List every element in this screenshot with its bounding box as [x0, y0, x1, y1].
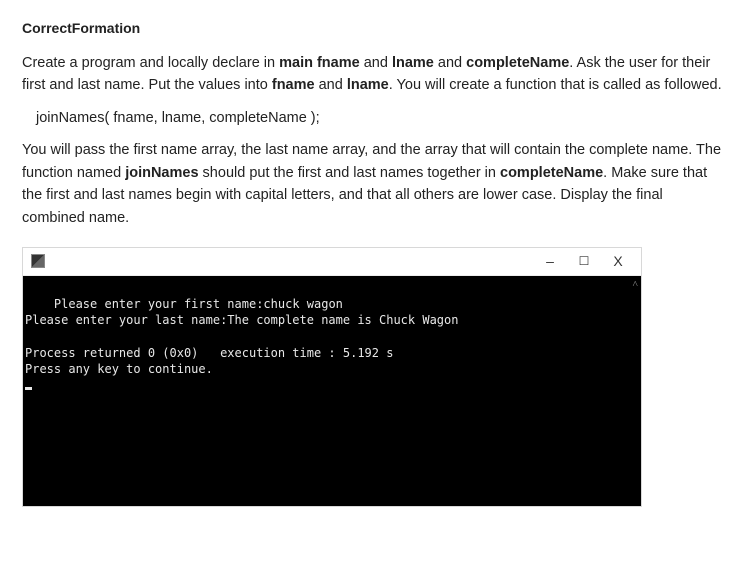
window-titlebar: – ☐ X	[23, 248, 641, 276]
kw-lname-2: lname	[347, 77, 389, 93]
text: . You will create a function that is cal…	[389, 77, 722, 93]
text: and	[360, 55, 392, 71]
kw-completename-2: completeName	[500, 165, 603, 181]
cursor	[25, 387, 32, 390]
text: and	[315, 77, 347, 93]
function-call-line: joinNames( fname, lname, completeName );	[36, 107, 726, 129]
body-paragraph: You will pass the first name array, the …	[22, 139, 726, 229]
console-line: Please enter your first name:chuck wagon	[54, 297, 343, 311]
minimize-button[interactable]: –	[533, 247, 567, 275]
console-line: Please enter your last name:The complete…	[25, 313, 458, 327]
console-output: ˄ Please enter your first name:chuck wago…	[23, 276, 641, 506]
maximize-button[interactable]: ☐	[567, 247, 601, 275]
kw-fname: fname	[272, 77, 315, 93]
problem-title: CorrectFormation	[22, 18, 726, 40]
app-icon	[31, 254, 45, 268]
scroll-up-icon[interactable]: ˄	[632, 278, 638, 292]
kw-lname: lname	[392, 55, 434, 71]
kw-joinnames: joinNames	[125, 165, 198, 181]
console-line: Process returned 0 (0x0) execution time …	[25, 346, 393, 360]
text: should put the first and last names toge…	[199, 165, 500, 181]
text: Create a program and locally declare in	[22, 55, 279, 71]
intro-paragraph: Create a program and locally declare in …	[22, 52, 726, 97]
close-button[interactable]: X	[601, 247, 635, 275]
text: and	[434, 55, 466, 71]
kw-main-fname: main fname	[279, 55, 360, 71]
console-line: Press any key to continue.	[25, 362, 213, 376]
console-window: – ☐ X ˄ Please enter your first name:chuc…	[22, 247, 642, 507]
kw-completename: completeName	[466, 55, 569, 71]
